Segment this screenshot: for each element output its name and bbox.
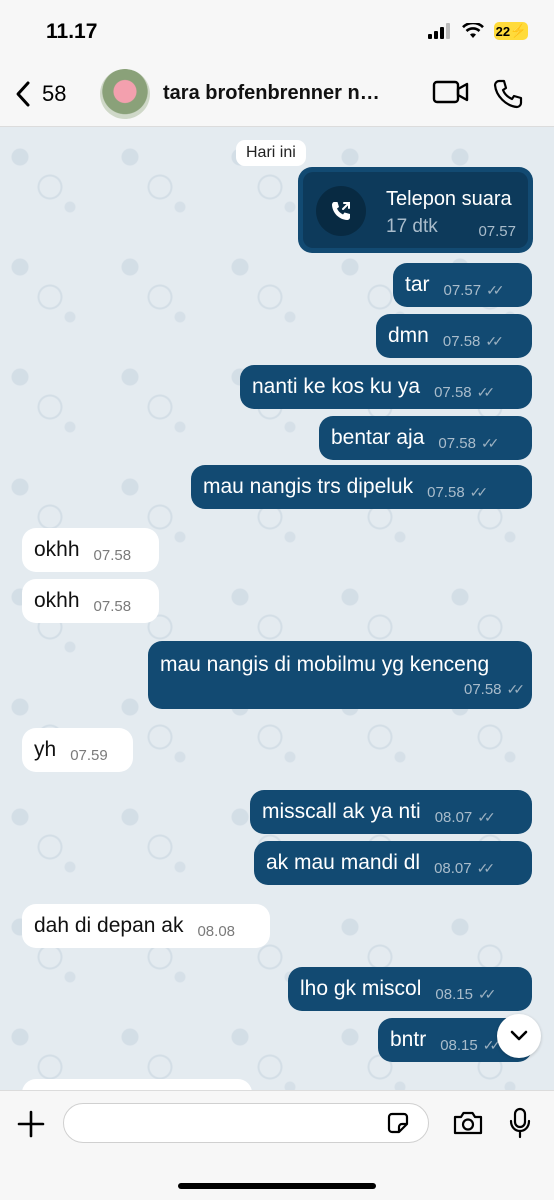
- chat-area[interactable]: Hari ini Telepon suara 17 dtk 07.57 tar …: [0, 127, 554, 1090]
- message-text: dah di depan ak: [34, 914, 184, 937]
- message-bubble-incoming[interactable]: dah di depan ak 08.08: [22, 904, 270, 948]
- message-text: yh: [34, 738, 57, 761]
- video-call-icon: [432, 80, 469, 104]
- partially-visible-message: [22, 1079, 252, 1090]
- contact-name[interactable]: tara brofenbrenner ng...: [163, 82, 385, 105]
- sticker-button[interactable]: [386, 1111, 410, 1140]
- phone-icon: [493, 79, 523, 109]
- message-time: 07.59: [70, 746, 108, 764]
- message-input[interactable]: [63, 1103, 429, 1143]
- message-text: dmn: [388, 324, 429, 347]
- message-text: ak mau mandi dl: [266, 851, 421, 874]
- message-bubble-incoming[interactable]: yh 07.59: [22, 728, 133, 772]
- message-bubble-outgoing[interactable]: mau nangis di mobilmu yg kenceng 07.58 ✓✓: [148, 641, 532, 709]
- message-bubble-outgoing[interactable]: ak mau mandi dl 08.07 ✓✓: [254, 841, 532, 885]
- call-icon-circle: [316, 186, 366, 236]
- scroll-to-bottom-button[interactable]: [497, 1014, 541, 1058]
- message-bubble-outgoing[interactable]: lho gk miscol 08.15 ✓✓: [288, 967, 532, 1011]
- wifi-icon: [462, 23, 484, 38]
- message-time: 07.58: [434, 383, 472, 401]
- message-time: 08.15: [440, 1036, 478, 1054]
- message-time: 07.57: [443, 281, 482, 299]
- message-time: 08.07: [434, 808, 473, 826]
- double-check-icon: ✓✓: [480, 434, 500, 451]
- chat-header: 58 tara brofenbrenner ng...: [0, 62, 554, 127]
- battery-level: 22: [495, 23, 511, 39]
- back-button[interactable]: 58: [14, 76, 94, 112]
- message-text: misscall ak ya nti: [262, 800, 421, 823]
- status-bar: 11.17 22 ⚡: [0, 0, 554, 62]
- attach-button[interactable]: [16, 1109, 46, 1144]
- message-time: 07.58: [463, 680, 502, 698]
- message-bubble-outgoing[interactable]: nanti ke kos ku ya 07.58 ✓✓: [240, 365, 532, 409]
- message-time: 08.15: [435, 985, 473, 1003]
- message-time: 07.58: [427, 483, 465, 501]
- message-time: 08.08: [197, 922, 236, 940]
- avatar[interactable]: [100, 69, 150, 119]
- message-bubble-outgoing[interactable]: mau nangis trs dipeluk 07.58 ✓✓: [191, 465, 532, 509]
- camera-button[interactable]: [452, 1110, 484, 1141]
- status-icons: 22 ⚡: [428, 22, 528, 40]
- camera-icon: [453, 1111, 483, 1135]
- message-time: 07.58: [438, 434, 476, 452]
- message-text: bntr: [390, 1028, 427, 1051]
- message-time: 07.58: [93, 546, 132, 564]
- message-text: lho gk miscol: [300, 977, 422, 1000]
- double-check-icon: ✓✓: [476, 859, 496, 876]
- message-text: mau nangis di mobilmu yg kenceng: [160, 652, 490, 676]
- message-time: 07.58: [442, 332, 481, 350]
- date-chip: Hari ini: [236, 140, 306, 166]
- signal-icon: [428, 23, 450, 39]
- message-bubble-incoming[interactable]: okhh 07.58: [22, 579, 159, 623]
- message-bubble-outgoing[interactable]: misscall ak ya nti 08.07 ✓✓: [250, 790, 532, 834]
- message-bubble-outgoing[interactable]: tar 07.57 ✓✓: [393, 263, 532, 307]
- message-bubble-incoming[interactable]: okhh 07.58: [22, 528, 159, 572]
- double-check-icon: ✓✓: [476, 383, 496, 400]
- call-title: Telepon suara: [386, 188, 512, 210]
- double-check-icon: ✓✓: [482, 1036, 502, 1053]
- back-icon: [16, 81, 30, 107]
- outgoing-call-icon: [332, 202, 350, 220]
- call-duration: 17 dtk: [386, 216, 438, 237]
- chevron-down-icon: [510, 1030, 528, 1041]
- battery-indicator: 22 ⚡: [494, 22, 528, 40]
- voice-call-button[interactable]: [492, 78, 524, 115]
- message-text: tar: [405, 273, 430, 296]
- unread-count: 58: [42, 81, 67, 106]
- video-call-button[interactable]: [432, 78, 470, 111]
- double-check-icon: ✓✓: [477, 985, 497, 1002]
- voice-note-button[interactable]: [508, 1107, 532, 1144]
- message-text: bentar aja: [331, 426, 425, 449]
- message-bubble-outgoing[interactable]: bentar aja 07.58 ✓✓: [319, 416, 532, 460]
- call-timestamp: 07.57: [478, 223, 516, 240]
- double-check-icon: ✓✓: [485, 332, 504, 349]
- message-time: 07.58: [93, 597, 132, 615]
- voice-call-card: Telepon suara 17 dtk 07.57: [303, 172, 528, 248]
- mic-icon: [509, 1107, 531, 1139]
- message-text: okhh: [34, 538, 80, 561]
- status-time: 11.17: [46, 20, 98, 43]
- sticker-icon: [387, 1112, 409, 1134]
- message-text: okhh: [34, 589, 80, 612]
- home-indicator: [178, 1183, 376, 1189]
- message-time: 08.07: [434, 859, 472, 877]
- double-check-icon: ✓✓: [506, 680, 526, 697]
- message-text: nanti ke kos ku ya: [252, 375, 421, 398]
- plus-icon: [17, 1110, 45, 1138]
- voice-call-bubble[interactable]: Telepon suara 17 dtk 07.57: [298, 167, 533, 253]
- message-bubble-outgoing[interactable]: dmn 07.58 ✓✓: [376, 314, 532, 358]
- double-check-icon: ✓✓: [486, 281, 505, 298]
- message-text: mau nangis trs dipeluk: [203, 475, 414, 498]
- charging-icon: ⚡: [510, 23, 527, 38]
- double-check-icon: ✓✓: [469, 483, 489, 500]
- double-check-icon: ✓✓: [477, 808, 496, 825]
